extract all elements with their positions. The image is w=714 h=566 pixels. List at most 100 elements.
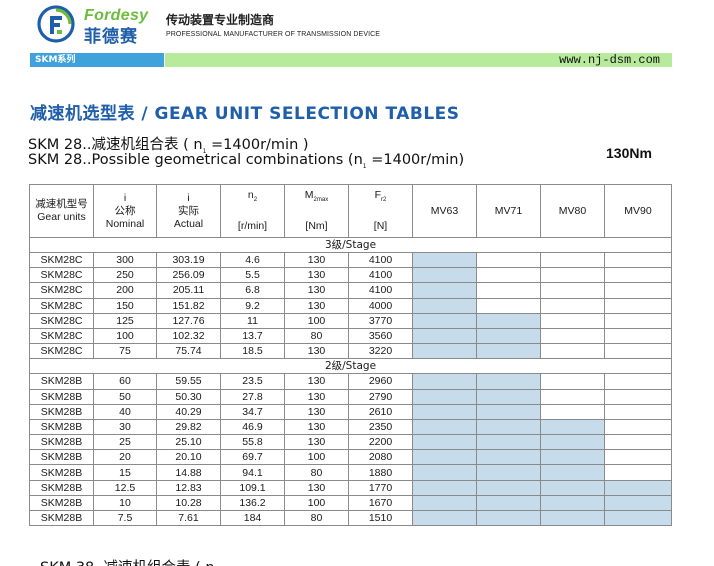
cell-fr2: 3220	[348, 343, 413, 360]
cell-i-nominal: 10	[93, 494, 157, 512]
motor-empty-cell	[604, 388, 672, 405]
cell-n2: 136.2	[220, 494, 285, 512]
table-row: SKM28C 250 256.09 5.5 130 4100	[29, 267, 672, 284]
cell-m2max: 130	[284, 343, 349, 360]
motor-empty-cell	[540, 327, 605, 345]
cell-model: SKM28C	[29, 343, 94, 360]
cell-fr2: 4100	[348, 251, 413, 269]
fordesy-logo-icon	[37, 5, 75, 43]
motor-empty-cell	[604, 373, 672, 390]
table-row: SKM28C 125 127.76 11 100 3770	[29, 312, 672, 329]
motor-available-cell	[412, 494, 477, 512]
motor-available-cell	[412, 403, 477, 420]
cell-i-actual: 151.82	[156, 297, 221, 314]
cell-i-nominal: 7.5	[93, 509, 157, 527]
subtitle-en-text: SKM 28..Possible geometrical combination…	[28, 152, 363, 168]
motor-available-cell	[412, 509, 477, 527]
cell-n2: 27.8	[220, 388, 285, 405]
cell-i-nominal: 15	[93, 464, 157, 481]
table-row: SKM28B 60 59.55 23.5 130 2960	[29, 373, 672, 390]
cell-n2: 18.5	[220, 343, 285, 360]
website-url[interactable]: www.nj-dsm.com	[559, 53, 660, 67]
motor-available-cell	[412, 343, 477, 360]
cell-n2: 23.5	[220, 373, 285, 390]
motor-available-cell	[412, 327, 477, 345]
cell-model: SKM28B	[29, 403, 94, 420]
cell-i-nominal: 30	[93, 418, 157, 436]
motor-available-cell	[476, 479, 541, 496]
motor-empty-cell	[604, 464, 672, 481]
motor-available-cell	[476, 434, 541, 451]
cell-model: SKM28B	[29, 418, 94, 436]
cell-fr2: 3560	[348, 327, 413, 345]
cell-m2max: 130	[284, 297, 349, 314]
cell-i-actual: 127.76	[156, 312, 221, 329]
header-n2: n2 [r/min]	[220, 184, 285, 238]
motor-available-cell	[476, 464, 541, 481]
header-fr2: Fr2 [N]	[348, 184, 413, 238]
motor-available-cell	[412, 267, 477, 284]
cell-model: SKM28B	[29, 494, 94, 512]
cell-fr2: 4100	[348, 282, 413, 299]
header-model: 减速机型号 Gear units	[29, 184, 94, 238]
table-row: SKM28B 25 25.10 55.8 130 2200	[29, 434, 672, 451]
cell-n2: 55.8	[220, 434, 285, 451]
cell-m2max: 130	[284, 251, 349, 269]
header-m2max: M2max [Nm]	[284, 184, 349, 238]
motor-empty-cell	[476, 267, 541, 284]
cell-fr2: 4100	[348, 267, 413, 284]
motor-available-cell	[412, 434, 477, 451]
motor-empty-cell	[540, 388, 605, 405]
cell-i-actual: 14.88	[156, 464, 221, 481]
cell-fr2: 1670	[348, 494, 413, 512]
cell-i-nominal: 40	[93, 403, 157, 420]
motor-empty-cell	[604, 418, 672, 436]
cell-m2max: 130	[284, 434, 349, 451]
cell-m2max: 100	[284, 312, 349, 329]
cell-n2: 184	[220, 509, 285, 527]
table-row: SKM28B 20 20.10 69.7 100 2080	[29, 449, 672, 466]
cell-n2: 6.8	[220, 282, 285, 299]
motor-available-cell	[540, 494, 605, 512]
cell-fr2: 2960	[348, 373, 413, 390]
table-header-row: 减速机型号 Gear units i 公称 Nominal i 实际 Actual n2[…	[29, 184, 672, 238]
cell-m2max: 80	[284, 327, 349, 345]
cell-i-nominal: 50	[93, 388, 157, 405]
motor-empty-cell	[604, 312, 672, 329]
cell-model: SKM28C	[29, 251, 94, 269]
cell-model: SKM28B	[29, 373, 94, 390]
cell-m2max: 80	[284, 509, 349, 527]
motor-available-cell	[412, 251, 477, 269]
cell-model: SKM28C	[29, 267, 94, 284]
cell-i-actual: 75.74	[156, 343, 221, 360]
motor-empty-cell	[476, 297, 541, 314]
cell-i-actual: 12.83	[156, 479, 221, 496]
cell-i-nominal: 12.5	[93, 479, 157, 496]
table-row: SKM28B 30 29.82 46.9 130 2350	[29, 418, 672, 436]
header-motor-mv90: MV90	[604, 184, 672, 238]
table-row: SKM28C 100 102.32 13.7 80 3560	[29, 327, 672, 345]
stage-label: 3级/Stage	[29, 237, 672, 253]
cell-i-actual: 20.10	[156, 449, 221, 466]
cell-n2: 5.5	[220, 267, 285, 284]
cell-m2max: 130	[284, 418, 349, 436]
motor-available-cell	[604, 509, 672, 527]
motor-empty-cell	[540, 373, 605, 390]
cell-model: SKM28B	[29, 479, 94, 496]
motor-available-cell	[412, 297, 477, 314]
tagline-en: PROFESSIONAL MANUFACTURER OF TRANSMISSIO…	[166, 31, 381, 38]
cell-model: SKM28B	[29, 434, 94, 451]
cell-i-nominal: 60	[93, 373, 157, 390]
cell-i-nominal: 250	[93, 267, 157, 284]
table-row: SKM28B 50 50.30 27.8 130 2790	[29, 388, 672, 405]
motor-empty-cell	[604, 251, 672, 269]
selection-table: 减速机型号 Gear units i 公称 Nominal i 实际 Actual n2[…	[29, 184, 672, 527]
cell-i-nominal: 75	[93, 343, 157, 360]
cell-model: SKM28C	[29, 282, 94, 299]
table-row: SKM28B 40 40.29 34.7 130 2610	[29, 403, 672, 420]
cell-m2max: 100	[284, 494, 349, 512]
series-label: SKM系列	[30, 53, 164, 67]
motor-empty-cell	[476, 282, 541, 299]
cell-n2: 13.7	[220, 327, 285, 345]
motor-available-cell	[476, 343, 541, 360]
